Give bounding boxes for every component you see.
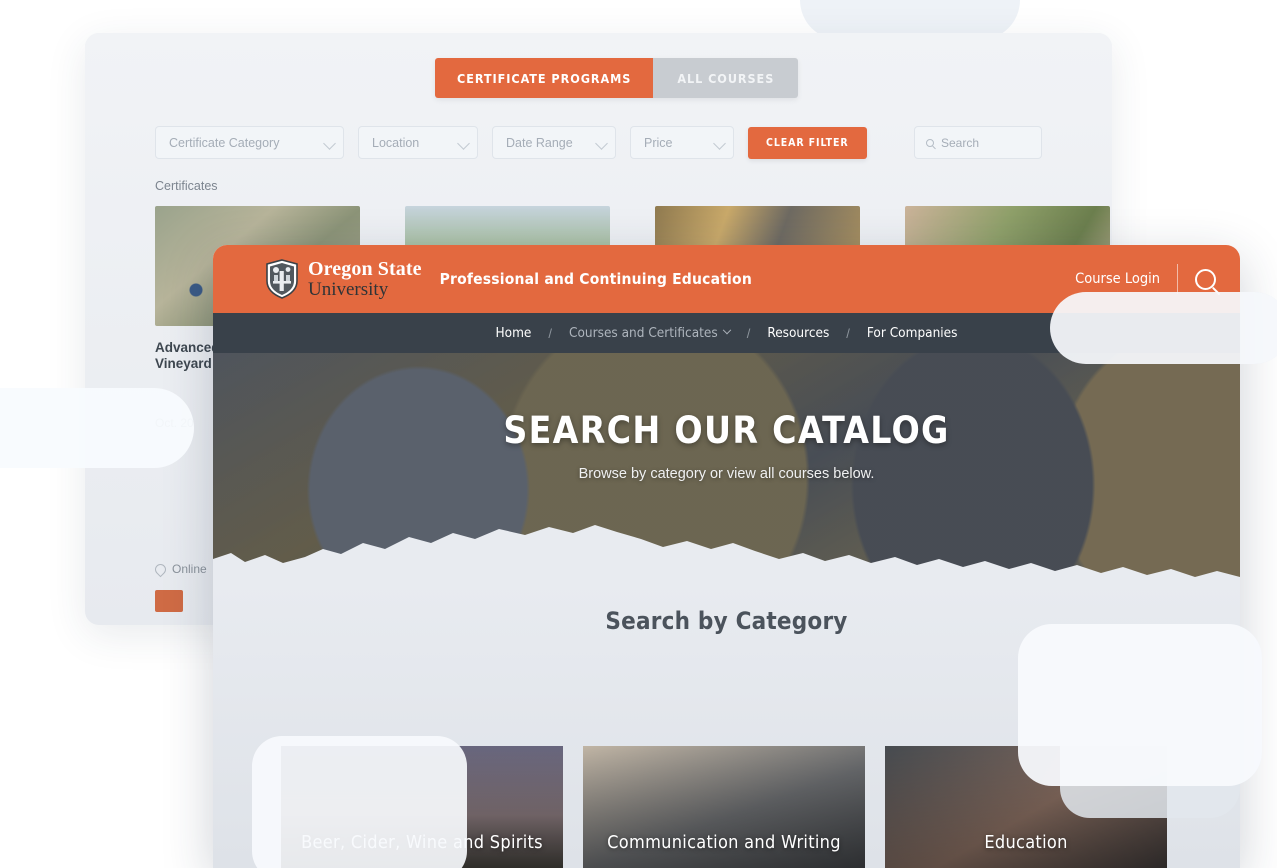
catalog-tab-group[interactable]: CERTIFICATE PROGRAMS ALL COURSES [435, 58, 799, 98]
osu-pace-site-window: Oregon State University Professional and… [213, 245, 1240, 868]
category-card-label: Communication and Writing [607, 832, 841, 853]
chevron-down-icon [457, 137, 470, 150]
chevron-down-icon [323, 137, 336, 150]
category-card-grid: Beer, Cider, Wine and Spirits Communicat… [281, 746, 1167, 868]
categories-heading: Search by Category [605, 607, 848, 635]
category-card-beer-cider-wine-and-spirits[interactable]: Beer, Cider, Wine and Spirits [281, 746, 563, 868]
hero-content: SEARCH OUR CATALOG Browse by category or… [213, 353, 1240, 482]
nav-item-for-companies[interactable]: For Companies [850, 325, 975, 341]
filter-location[interactable]: Location [358, 126, 478, 159]
nav-item-courses-and-certificates[interactable]: Courses and Certificates [552, 325, 747, 341]
hero-title: SEARCH OUR CATALOG [503, 409, 950, 452]
hero-subtitle: Browse by category or view all courses b… [578, 466, 875, 482]
filter-bar: Certificate Category Location Date Range… [155, 126, 867, 159]
header-actions: Course Login [1075, 264, 1216, 294]
course-login-link[interactable]: Course Login [1075, 271, 1160, 287]
filter-certificate-category[interactable]: Certificate Category [155, 126, 344, 159]
clear-filter-button[interactable]: CLEAR FILTER [748, 126, 867, 159]
search-icon[interactable] [1195, 268, 1216, 290]
site-header: Oregon State University Professional and… [213, 245, 1240, 313]
certificate-action-button[interactable] [155, 590, 183, 612]
tab-certificate-programs[interactable]: CERTIFICATE PROGRAMS [435, 58, 654, 98]
catalog-search-placeholder: Search [941, 135, 980, 150]
screenshot-stage: CERTIFICATE PROGRAMS ALL COURSES Certifi… [0, 0, 1277, 868]
osu-crest-icon [266, 259, 298, 299]
chevron-down-icon [713, 137, 726, 150]
hero-banner: SEARCH OUR CATALOG Browse by category or… [213, 353, 1240, 581]
site-tagline: Professional and Continuing Education [439, 270, 752, 288]
filter-location-label: Location [372, 135, 420, 150]
site-navigation: Home / Courses and Certificates / Resour… [213, 313, 1240, 353]
header-divider [1177, 264, 1178, 294]
certificate-location-label: Online [172, 562, 207, 576]
search-by-category-section: Search by Category Beer, Cider, Wine and… [213, 581, 1240, 868]
filter-date-range[interactable]: Date Range [492, 126, 616, 159]
filter-certificate-category-label: Certificate Category [169, 135, 280, 150]
torn-edge-divider [213, 525, 1240, 581]
nav-item-home[interactable]: Home [479, 325, 549, 341]
nav-item-resources[interactable]: Resources [750, 325, 846, 341]
filter-date-range-label: Date Range [506, 135, 573, 150]
certificates-section-label: Certificates [155, 179, 218, 193]
tab-all-courses[interactable]: ALL COURSES [653, 58, 799, 98]
filter-price[interactable]: Price [630, 126, 734, 159]
osu-logo[interactable]: Oregon State University [265, 259, 422, 299]
filter-price-label: Price [644, 135, 673, 150]
category-card-communication-and-writing[interactable]: Communication and Writing [583, 746, 865, 868]
brand-line-1: Oregon State [308, 258, 422, 280]
category-card-label: Education [984, 832, 1068, 853]
nav-item-courses-label: Courses and Certificates [569, 325, 718, 341]
catalog-search-input[interactable]: Search [914, 126, 1042, 159]
category-card-label: Beer, Cider, Wine and Spirits [301, 832, 543, 853]
search-icon [926, 138, 934, 147]
brand-line-2: University [308, 279, 389, 300]
chevron-down-icon [722, 325, 731, 335]
category-card-education[interactable]: Education [885, 746, 1167, 868]
chevron-down-icon [595, 137, 608, 150]
location-pin-icon [152, 561, 169, 577]
